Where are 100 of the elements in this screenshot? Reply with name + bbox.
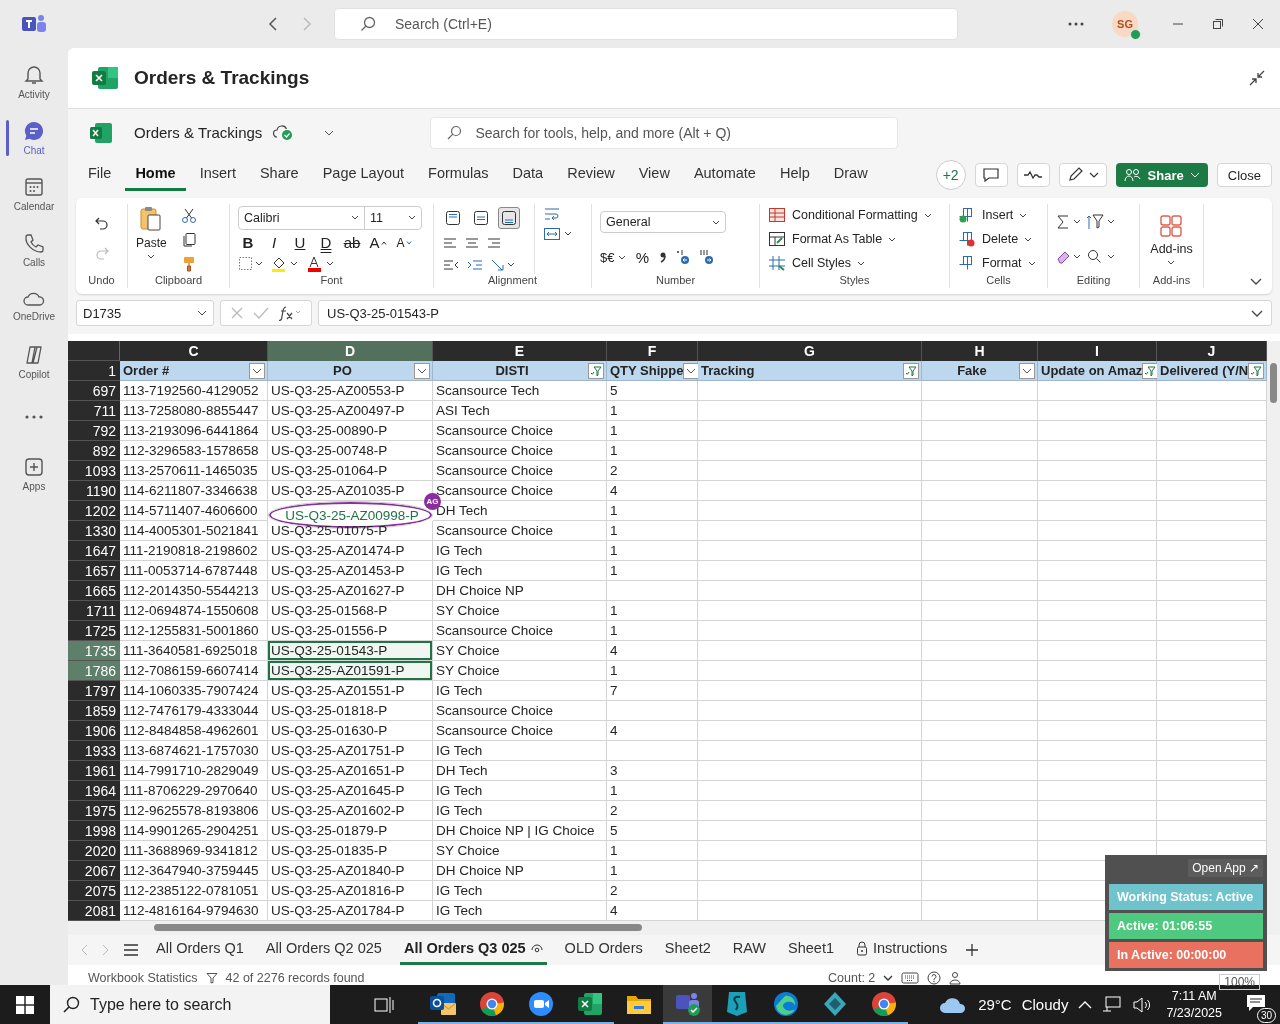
currency-button[interactable]: $€: [600, 247, 627, 267]
accessibility-icon[interactable]: [949, 970, 962, 985]
row-header[interactable]: 1735: [68, 641, 120, 661]
grow-font-button[interactable]: A: [368, 233, 388, 253]
chevron-down-icon[interactable]: [883, 974, 894, 981]
font-name-dropdown[interactable]: Calibri: [239, 206, 365, 229]
sheet-tab[interactable]: Sheet2: [660, 935, 715, 965]
column-header[interactable]: D: [268, 341, 433, 361]
styles-menu-button[interactable]: Format As Table: [768, 228, 897, 250]
rail-item[interactable]: OneDrive: [0, 278, 68, 334]
row-header[interactable]: 1725: [68, 621, 120, 641]
row-header[interactable]: 1975: [68, 801, 120, 821]
column-header[interactable]: F: [607, 341, 698, 361]
menu-icon[interactable]: [124, 944, 138, 956]
align-center-icon[interactable]: [464, 235, 480, 251]
sheet-tab[interactable]: All Orders Q2 025: [261, 935, 386, 965]
editing-mode-button[interactable]: [1058, 163, 1107, 187]
decrease-indent-icon[interactable]: [442, 257, 460, 273]
fill-color-icon[interactable]: [270, 256, 300, 273]
menu-tab[interactable]: Share: [249, 159, 309, 191]
avatar[interactable]: SG: [1112, 11, 1138, 37]
vertical-scrollbar[interactable]: [1267, 341, 1280, 921]
number-format-dropdown[interactable]: General: [600, 211, 726, 233]
row-header[interactable]: 697: [68, 381, 120, 401]
styles-menu-button[interactable]: Conditional Formatting: [768, 204, 932, 226]
column-header[interactable]: H: [922, 341, 1038, 361]
menu-tab[interactable]: Review: [557, 159, 625, 191]
menu-tab[interactable]: Home: [125, 159, 186, 191]
row-header[interactable]: 1711: [68, 601, 120, 621]
open-app-button[interactable]: Open App ↗: [1188, 859, 1263, 877]
vertical-align-button[interactable]: [498, 207, 520, 229]
menu-tab[interactable]: Page Layout: [312, 159, 415, 191]
sheet-tab[interactable]: OLD Orders: [560, 935, 647, 965]
start-icon[interactable]: [16, 995, 34, 1014]
row-header[interactable]: 1964: [68, 781, 120, 801]
row-header[interactable]: 1657: [68, 561, 120, 581]
paste-button[interactable]: Paste: [136, 204, 167, 274]
filter-button[interactable]: [1019, 362, 1035, 379]
rail-item[interactable]: Copilot: [0, 334, 68, 390]
menu-tab[interactable]: View: [628, 159, 680, 191]
help-icon[interactable]: [927, 970, 942, 985]
column-header[interactable]: C: [120, 341, 268, 361]
sheet-tab[interactable]: Instructions: [852, 935, 952, 965]
clock[interactable]: 7:11 AM 7/23/2025: [1166, 987, 1222, 1022]
column-header[interactable]: I: [1038, 341, 1157, 361]
row-header[interactable]: 711: [68, 401, 120, 421]
comments-button[interactable]: [974, 163, 1008, 187]
column-header[interactable]: J: [1157, 341, 1267, 361]
orientation-icon[interactable]: [490, 257, 516, 273]
menu-tab[interactable]: File: [78, 159, 122, 191]
cut-icon[interactable]: [180, 208, 197, 224]
row-header[interactable]: 1786: [68, 661, 120, 681]
rail-item[interactable]: Activity: [0, 54, 68, 110]
column-header[interactable]: G: [698, 341, 922, 361]
filter-button[interactable]: [1248, 362, 1265, 379]
double-underline-button[interactable]: D: [316, 233, 336, 253]
function-icon[interactable]: [278, 305, 303, 321]
filter-button[interactable]: [588, 362, 604, 379]
network-icon[interactable]: [1102, 995, 1123, 1014]
strikethrough-button[interactable]: ab: [342, 233, 362, 253]
italic-button[interactable]: I: [264, 233, 284, 253]
menu-tab[interactable]: Help: [769, 159, 820, 191]
borders-icon[interactable]: [238, 256, 264, 273]
row-header[interactable]: 1797: [68, 681, 120, 701]
expand-ribbon-icon[interactable]: [1250, 278, 1262, 286]
font-size-dropdown[interactable]: 11: [365, 206, 421, 229]
rail-item[interactable]: Calls: [0, 222, 68, 278]
more-icon[interactable]: [1068, 22, 1084, 26]
font-color-icon[interactable]: [306, 256, 336, 273]
menu-tab[interactable]: Insert: [189, 159, 246, 191]
volume-icon[interactable]: [1132, 995, 1153, 1014]
row-header[interactable]: 1859: [68, 701, 120, 721]
search-field[interactable]: Search (Ctrl+E): [334, 8, 958, 40]
task-view-icon[interactable]: [374, 995, 394, 1014]
shrink-font-button[interactable]: A: [394, 233, 414, 253]
row-header[interactable]: 2081: [68, 901, 120, 921]
close-icon[interactable]: [1252, 18, 1264, 30]
row-header[interactable]: 2020: [68, 841, 120, 861]
zoom-dropdown[interactable]: 100%: [1219, 973, 1260, 990]
add-ins-button[interactable]: Add-ins: [1150, 213, 1193, 265]
filter-button[interactable]: [1142, 362, 1159, 379]
cells-menu-button[interactable]: Format: [958, 252, 1036, 274]
chevron-down-icon[interactable]: [324, 129, 335, 136]
search-icon[interactable]: [1086, 249, 1116, 265]
count-summary[interactable]: Count: 2: [828, 970, 876, 985]
row-header[interactable]: 1202: [68, 501, 120, 521]
row-header[interactable]: 1961: [68, 761, 120, 781]
filter-button[interactable]: [414, 362, 430, 379]
wrap-text-icon[interactable]: [543, 206, 561, 222]
sheet-tab[interactable]: Sheet1: [784, 935, 838, 965]
add-sheet-icon[interactable]: [965, 943, 980, 957]
collapse-icon[interactable]: [1248, 69, 1266, 87]
close-button[interactable]: Close: [1216, 163, 1272, 187]
filter-button[interactable]: [683, 362, 700, 379]
row-header[interactable]: 2067: [68, 861, 120, 881]
keyboard-icon[interactable]: [901, 971, 920, 984]
bold-button[interactable]: B: [238, 233, 258, 253]
row-header[interactable]: 1190: [68, 481, 120, 501]
styles-menu-button[interactable]: Cell Styles: [768, 252, 866, 274]
row-header[interactable]: 1647: [68, 541, 120, 561]
